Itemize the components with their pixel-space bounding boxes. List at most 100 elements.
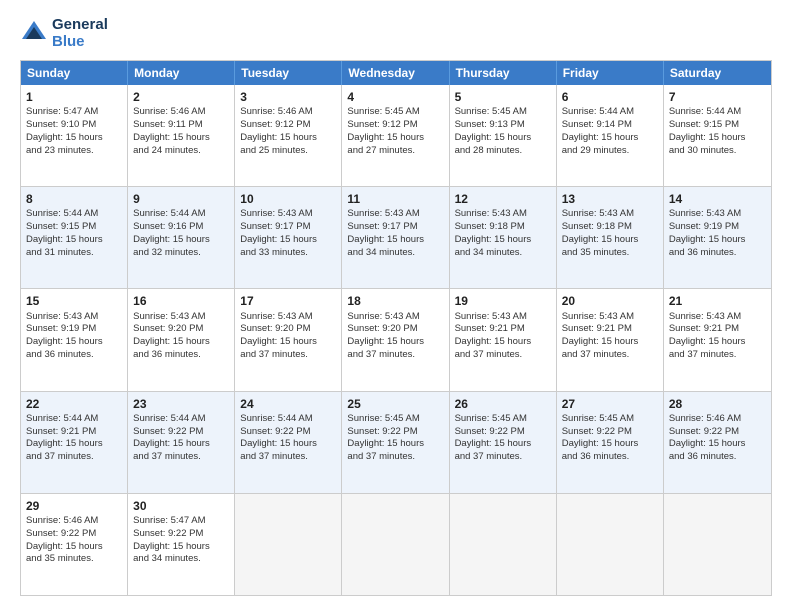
day-info-line: Sunrise: 5:47 AM (26, 106, 122, 119)
day-info-line: Sunset: 9:21 PM (455, 323, 551, 336)
day-info-line: Daylight: 15 hours (347, 234, 443, 247)
calendar-cell-19: 19Sunrise: 5:43 AMSunset: 9:21 PMDayligh… (450, 289, 557, 390)
day-info-line: Sunset: 9:11 PM (133, 119, 229, 132)
day-info-line: Daylight: 15 hours (347, 132, 443, 145)
day-number: 10 (240, 191, 336, 207)
day-info-line: Daylight: 15 hours (455, 438, 551, 451)
calendar-cell-27: 27Sunrise: 5:45 AMSunset: 9:22 PMDayligh… (557, 392, 664, 493)
day-number: 11 (347, 191, 443, 207)
day-info-line: Sunset: 9:22 PM (133, 426, 229, 439)
day-info-line: Sunset: 9:21 PM (26, 426, 122, 439)
day-info-line: Sunset: 9:22 PM (347, 426, 443, 439)
day-info-line: Daylight: 15 hours (562, 336, 658, 349)
calendar-cell-30: 30Sunrise: 5:47 AMSunset: 9:22 PMDayligh… (128, 494, 235, 595)
day-number: 2 (133, 89, 229, 105)
day-number: 4 (347, 89, 443, 105)
day-info-line: Sunrise: 5:45 AM (455, 106, 551, 119)
day-info-line: and 37 minutes. (26, 451, 122, 464)
day-info-line: and 37 minutes. (455, 349, 551, 362)
day-info-line: Sunrise: 5:46 AM (26, 515, 122, 528)
day-info-line: Daylight: 15 hours (240, 132, 336, 145)
day-number: 27 (562, 396, 658, 412)
day-info-line: Sunset: 9:15 PM (26, 221, 122, 234)
day-info-line: and 37 minutes. (240, 349, 336, 362)
header-day-thursday: Thursday (450, 61, 557, 85)
day-info-line: Sunrise: 5:45 AM (562, 413, 658, 426)
day-info-line: Sunset: 9:22 PM (669, 426, 766, 439)
day-number: 16 (133, 293, 229, 309)
day-info-line: Daylight: 15 hours (133, 438, 229, 451)
day-number: 24 (240, 396, 336, 412)
day-info-line: and 32 minutes. (133, 247, 229, 260)
day-info-line: Sunset: 9:12 PM (240, 119, 336, 132)
day-info-line: and 36 minutes. (26, 349, 122, 362)
day-info-line: Sunrise: 5:43 AM (240, 208, 336, 221)
calendar-cell-8: 8Sunrise: 5:44 AMSunset: 9:15 PMDaylight… (21, 187, 128, 288)
day-info-line: Sunrise: 5:47 AM (133, 515, 229, 528)
day-info-line: Sunset: 9:13 PM (455, 119, 551, 132)
calendar-cell-15: 15Sunrise: 5:43 AMSunset: 9:19 PMDayligh… (21, 289, 128, 390)
day-number: 21 (669, 293, 766, 309)
day-number: 15 (26, 293, 122, 309)
day-info-line: Sunrise: 5:46 AM (669, 413, 766, 426)
calendar-cell-3: 3Sunrise: 5:46 AMSunset: 9:12 PMDaylight… (235, 85, 342, 186)
day-number: 18 (347, 293, 443, 309)
day-info-line: and 36 minutes. (669, 451, 766, 464)
day-info-line: Daylight: 15 hours (26, 132, 122, 145)
calendar-body: 1Sunrise: 5:47 AMSunset: 9:10 PMDaylight… (21, 85, 771, 595)
day-info-line: Sunrise: 5:43 AM (562, 208, 658, 221)
header-day-wednesday: Wednesday (342, 61, 449, 85)
day-info-line: Sunrise: 5:44 AM (133, 413, 229, 426)
day-number: 30 (133, 498, 229, 514)
calendar-cell-empty (342, 494, 449, 595)
day-info-line: Sunset: 9:22 PM (240, 426, 336, 439)
day-info-line: Daylight: 15 hours (347, 438, 443, 451)
header-day-sunday: Sunday (21, 61, 128, 85)
calendar-cell-24: 24Sunrise: 5:44 AMSunset: 9:22 PMDayligh… (235, 392, 342, 493)
day-info-line: Sunset: 9:10 PM (26, 119, 122, 132)
calendar-cell-28: 28Sunrise: 5:46 AMSunset: 9:22 PMDayligh… (664, 392, 771, 493)
day-info-line: and 37 minutes. (347, 451, 443, 464)
calendar-cell-22: 22Sunrise: 5:44 AMSunset: 9:21 PMDayligh… (21, 392, 128, 493)
day-info-line: Sunrise: 5:43 AM (133, 311, 229, 324)
day-info-line: Sunrise: 5:44 AM (562, 106, 658, 119)
day-number: 22 (26, 396, 122, 412)
day-number: 28 (669, 396, 766, 412)
calendar-cell-4: 4Sunrise: 5:45 AMSunset: 9:12 PMDaylight… (342, 85, 449, 186)
day-number: 14 (669, 191, 766, 207)
day-info-line: Daylight: 15 hours (455, 234, 551, 247)
day-info-line: Sunrise: 5:43 AM (347, 208, 443, 221)
day-number: 1 (26, 89, 122, 105)
day-info-line: and 25 minutes. (240, 145, 336, 158)
day-info-line: and 28 minutes. (455, 145, 551, 158)
day-info-line: Sunset: 9:18 PM (562, 221, 658, 234)
day-info-line: Sunset: 9:21 PM (669, 323, 766, 336)
calendar-cell-16: 16Sunrise: 5:43 AMSunset: 9:20 PMDayligh… (128, 289, 235, 390)
day-info-line: and 37 minutes. (240, 451, 336, 464)
calendar-cell-7: 7Sunrise: 5:44 AMSunset: 9:15 PMDaylight… (664, 85, 771, 186)
calendar-row-4: 22Sunrise: 5:44 AMSunset: 9:21 PMDayligh… (21, 392, 771, 494)
calendar-cell-13: 13Sunrise: 5:43 AMSunset: 9:18 PMDayligh… (557, 187, 664, 288)
day-info-line: and 30 minutes. (669, 145, 766, 158)
day-info-line: and 35 minutes. (26, 553, 122, 566)
day-info-line: Sunrise: 5:44 AM (26, 413, 122, 426)
day-number: 20 (562, 293, 658, 309)
day-info-line: and 34 minutes. (133, 553, 229, 566)
day-info-line: Sunset: 9:22 PM (26, 528, 122, 541)
calendar-header: SundayMondayTuesdayWednesdayThursdayFrid… (21, 61, 771, 85)
day-info-line: Sunset: 9:20 PM (133, 323, 229, 336)
day-info-line: and 36 minutes. (562, 451, 658, 464)
day-info-line: and 33 minutes. (240, 247, 336, 260)
day-info-line: Sunrise: 5:43 AM (669, 311, 766, 324)
calendar-cell-6: 6Sunrise: 5:44 AMSunset: 9:14 PMDaylight… (557, 85, 664, 186)
day-info-line: and 23 minutes. (26, 145, 122, 158)
day-info-line: and 36 minutes. (669, 247, 766, 260)
day-info-line: Sunset: 9:14 PM (562, 119, 658, 132)
day-info-line: Sunrise: 5:46 AM (240, 106, 336, 119)
calendar-cell-26: 26Sunrise: 5:45 AMSunset: 9:22 PMDayligh… (450, 392, 557, 493)
day-number: 29 (26, 498, 122, 514)
day-number: 6 (562, 89, 658, 105)
day-info-line: Sunset: 9:12 PM (347, 119, 443, 132)
day-info-line: and 37 minutes. (669, 349, 766, 362)
calendar-cell-11: 11Sunrise: 5:43 AMSunset: 9:17 PMDayligh… (342, 187, 449, 288)
